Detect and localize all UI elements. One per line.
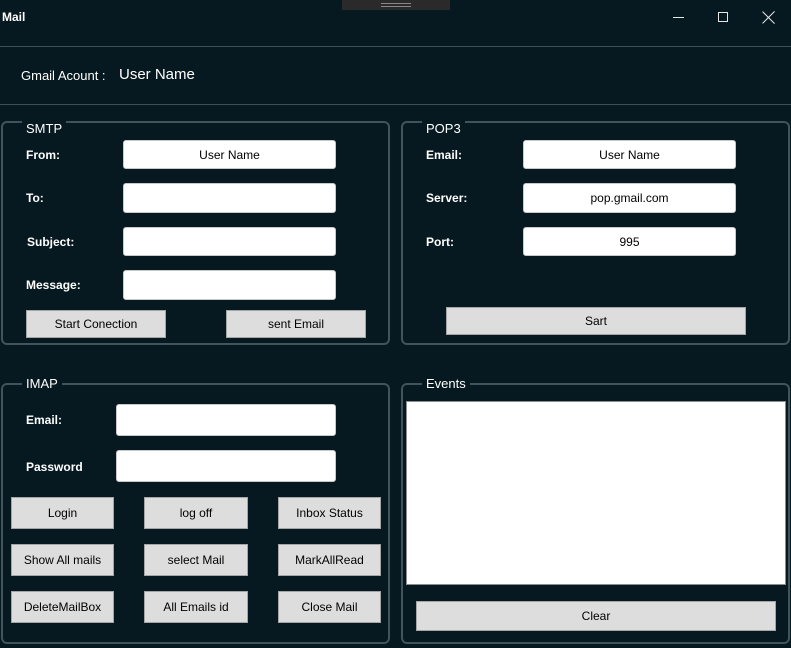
pop3-email-field[interactable] (523, 140, 736, 169)
start-connection-button[interactable]: Start Conection (26, 310, 166, 338)
close-mail-button[interactable]: Close Mail (278, 591, 381, 623)
port-label: Port: (426, 235, 454, 249)
to-label: To: (26, 191, 44, 205)
events-log[interactable] (406, 401, 786, 585)
minimize-button[interactable] (663, 6, 693, 28)
to-field[interactable] (123, 183, 336, 213)
pop3-legend: POP3 (422, 121, 465, 136)
message-field[interactable] (123, 270, 336, 300)
pop3-start-button[interactable]: Sart (446, 307, 746, 335)
imap-legend: IMAP (22, 376, 62, 391)
divider-account (0, 104, 791, 105)
server-field[interactable] (523, 183, 736, 213)
imap-email-label: Email: (26, 413, 63, 427)
events-legend: Events (422, 376, 470, 391)
send-email-button[interactable]: sent Email (226, 310, 366, 338)
all-emails-id-button[interactable]: All Emails id (144, 591, 248, 623)
account-label: Gmail Acount : (21, 68, 106, 83)
show-all-mails-button[interactable]: Show All mails (11, 544, 114, 576)
delete-mailbox-button[interactable]: DeleteMailBox (11, 591, 114, 623)
port-field[interactable] (523, 227, 736, 256)
divider-top (0, 46, 791, 47)
account-value: User Name (119, 66, 195, 83)
smtp-legend: SMTP (22, 121, 67, 136)
subject-label: Subject: (27, 235, 75, 249)
maximize-icon (718, 12, 728, 22)
minimize-icon (672, 16, 684, 18)
imap-email-field[interactable] (116, 404, 336, 436)
clear-button[interactable]: Clear (416, 601, 776, 631)
from-label: From: (26, 148, 60, 162)
from-field[interactable] (123, 140, 336, 169)
pop3-email-label: Email: (426, 148, 463, 162)
server-label: Server: (426, 191, 468, 205)
window-title: Mail (2, 10, 26, 24)
close-button[interactable] (753, 6, 783, 28)
drag-handle[interactable] (342, 0, 450, 10)
login-button[interactable]: Login (11, 497, 114, 529)
mark-all-read-button[interactable]: MarkAllRead (278, 544, 381, 576)
password-label: Password (26, 460, 83, 474)
select-mail-button[interactable]: select Mail (144, 544, 248, 576)
message-label: Message: (26, 278, 81, 292)
maximize-button[interactable] (708, 6, 738, 28)
subject-field[interactable] (123, 227, 336, 256)
logoff-button[interactable]: log off (144, 497, 248, 529)
password-field[interactable] (116, 450, 336, 482)
inbox-status-button[interactable]: Inbox Status (278, 497, 381, 529)
close-icon (762, 11, 775, 24)
